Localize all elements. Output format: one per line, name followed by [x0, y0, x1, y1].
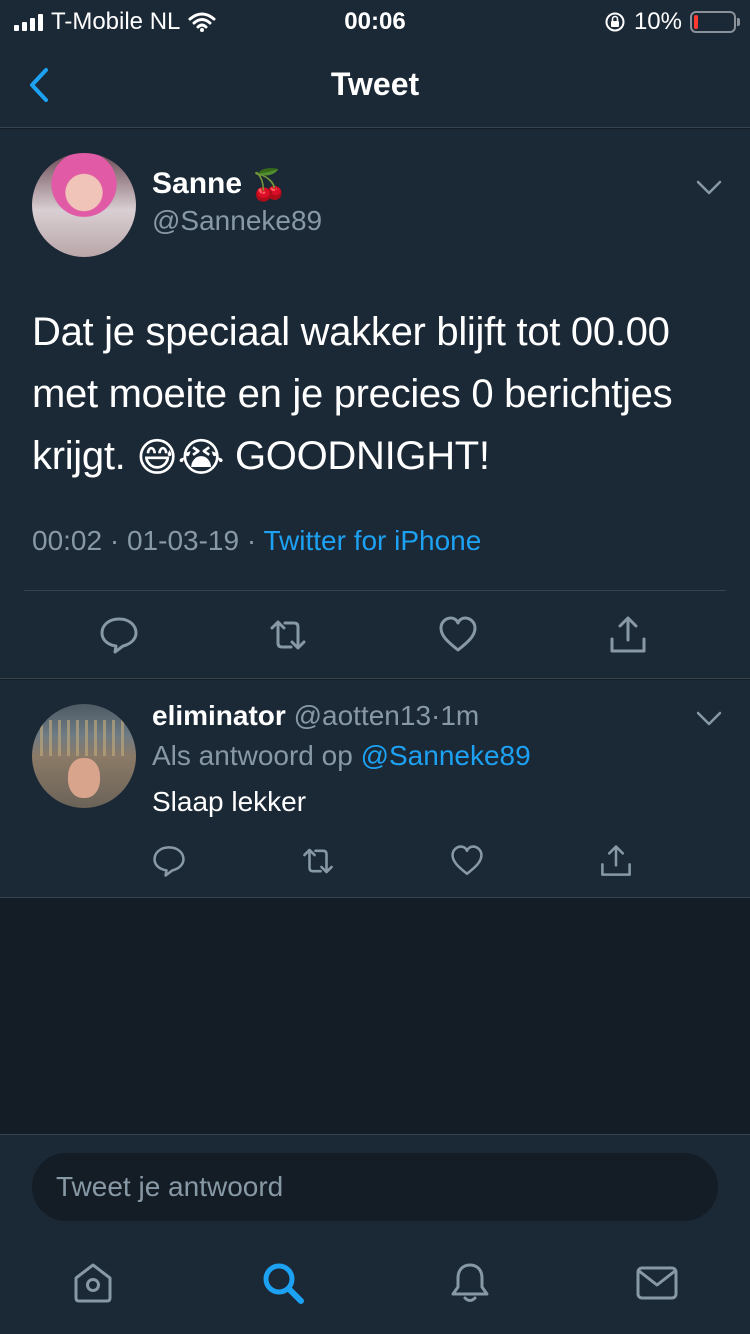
status-right: 10%	[604, 8, 740, 36]
reply-icon[interactable]	[99, 615, 139, 655]
tab-bar	[0, 1244, 750, 1334]
cherry-icon: 🍒	[250, 168, 288, 202]
tweet-action-bar	[0, 591, 750, 679]
like-icon[interactable]	[438, 615, 478, 655]
reply-header: eliminator @aotten13·1m	[152, 700, 479, 732]
retweet-icon[interactable]	[268, 615, 308, 655]
author-name: Sanne	[152, 167, 243, 200]
tweet-meta: 00:02 · 01-03-19 · Twitter for iPhone	[32, 525, 481, 557]
tweet-source-link[interactable]: Twitter for iPhone	[263, 525, 481, 556]
home-icon[interactable]	[70, 1260, 116, 1306]
battery-fill	[694, 15, 698, 29]
reply-to-mention[interactable]: @Sanneke89	[361, 740, 531, 771]
reply-input[interactable]	[32, 1153, 718, 1221]
reply-author-name[interactable]: eliminator	[152, 700, 286, 731]
chevron-down-icon[interactable]	[696, 179, 722, 197]
emoji-sweat-smile-crying-icon: 😅😭	[136, 436, 225, 481]
reply-to-line: Als antwoord op @Sanneke89	[152, 740, 531, 772]
like-icon[interactable]	[450, 844, 484, 878]
tweet-text-line: met moeite en je precies 0 berichtjes	[32, 372, 673, 416]
messages-icon[interactable]	[634, 1260, 680, 1306]
tweet-text-line: Dat je speciaal wakker blijft tot 00.00	[32, 310, 670, 354]
reply-to-prefix: Als antwoord op	[152, 740, 353, 771]
reply-author-handle[interactable]: @aotten13	[294, 700, 431, 731]
reply-composer	[0, 1134, 750, 1244]
reply-time: 1m	[440, 700, 480, 731]
reply-tweet[interactable]: eliminator @aotten13·1m Als antwoord op …	[0, 680, 750, 898]
notifications-icon[interactable]	[447, 1260, 493, 1306]
search-icon[interactable]	[260, 1260, 306, 1306]
share-icon[interactable]	[599, 844, 633, 878]
meta-separator: ·	[246, 525, 257, 556]
meta-separator: ·	[109, 525, 120, 556]
orientation-lock-icon	[605, 12, 625, 32]
tweet-text: Dat je speciaal wakker blijft tot 00.00 …	[32, 301, 722, 489]
nav-bar: Tweet	[0, 42, 750, 128]
tweet-text-line: krijgt. 😅😭 GOODNIGHT!	[32, 425, 722, 489]
status-bar: T-Mobile NL 00:06 10%	[0, 0, 750, 42]
battery-icon	[690, 11, 740, 33]
reply-icon[interactable]	[152, 844, 186, 878]
meta-separator: ·	[431, 700, 441, 731]
tweet-date: 01-03-19	[126, 525, 240, 556]
avatar-eliminator[interactable]	[32, 704, 136, 808]
chevron-down-icon[interactable]	[696, 710, 722, 728]
reply-text: Slaap lekker	[152, 786, 307, 817]
main-tweet: Sanne 🍒 @Sanneke89 Dat je speciaal wakke…	[0, 129, 750, 679]
retweet-icon[interactable]	[301, 844, 335, 878]
page-title: Tweet	[330, 66, 420, 102]
battery-percent: 10%	[633, 8, 682, 35]
author-handle[interactable]: @Sanneke89	[152, 205, 322, 237]
author-display-name[interactable]: Sanne 🍒	[152, 167, 288, 203]
avatar-sanne[interactable]	[32, 153, 136, 257]
tweet-time: 00:02	[32, 525, 103, 556]
share-icon[interactable]	[608, 615, 648, 655]
